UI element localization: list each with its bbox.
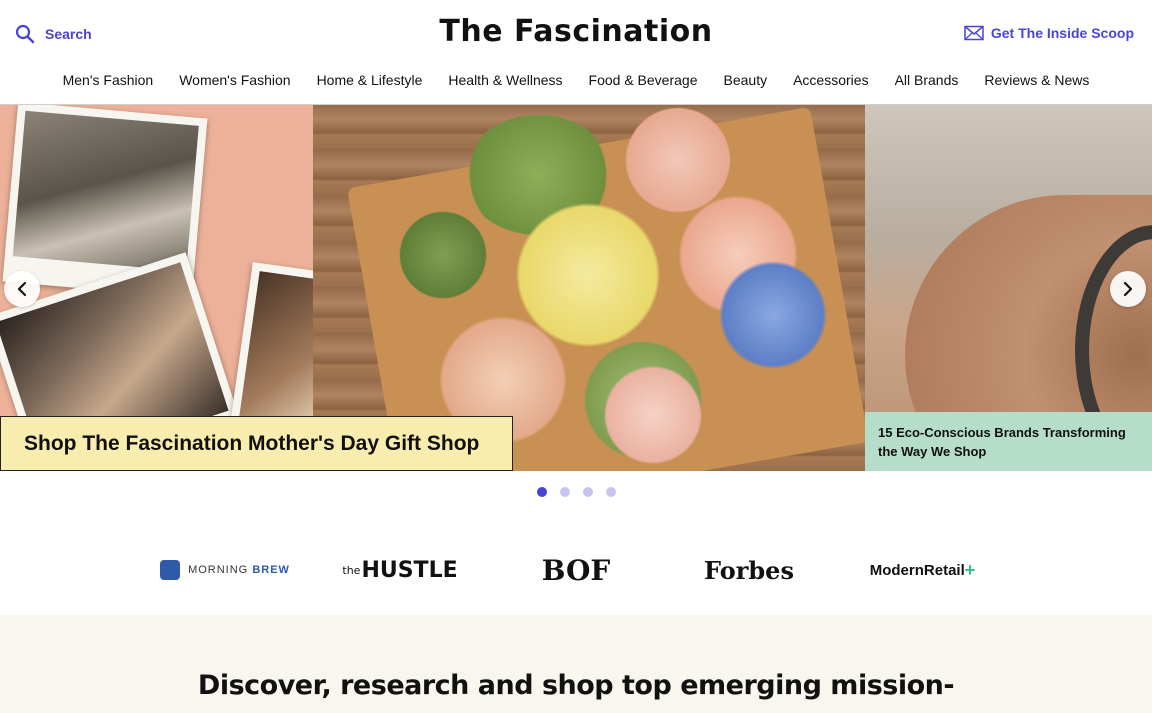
next-slide-caption[interactable]: 15 Eco-Conscious Brands Transforming the… xyxy=(865,412,1152,471)
nav-item-food-beverage[interactable]: Food & Beverage xyxy=(576,72,711,88)
flower xyxy=(393,205,493,305)
carousel-next-button[interactable] xyxy=(1110,271,1146,307)
hero-carousel: Shop The Fascination Mother's Day Gift S… xyxy=(0,105,1152,471)
carousel-dot-4[interactable] xyxy=(605,487,616,497)
nav-item-beauty[interactable]: Beauty xyxy=(711,72,781,88)
forbes-logo: Forbes xyxy=(704,555,794,585)
search-label: Search xyxy=(45,26,92,42)
envelope-icon xyxy=(964,25,984,41)
flower xyxy=(593,355,713,471)
nav-item-home-lifestyle[interactable]: Home & Lifestyle xyxy=(304,72,436,88)
nav-item-health-wellness[interactable]: Health & Wellness xyxy=(435,72,575,88)
chevron-right-icon xyxy=(1123,281,1133,297)
flower xyxy=(713,235,833,395)
nav-item-accessories[interactable]: Accessories xyxy=(780,72,881,88)
newsletter-link[interactable]: Get The Inside Scoop xyxy=(964,25,1134,41)
site-logo[interactable]: The Fascination xyxy=(439,14,712,49)
hero-caption-text: Shop The Fascination Mother's Day Gift S… xyxy=(24,431,480,455)
nav-item-reviews-news[interactable]: Reviews & News xyxy=(971,72,1102,88)
discover-heading: Discover, research and shop top emerging… xyxy=(197,670,955,701)
main-nav: Men's Fashion Women's Fashion Home & Lif… xyxy=(0,72,1152,88)
discover-section: Discover, research and shop top emerging… xyxy=(0,615,1152,713)
next-slide-caption-text: 15 Eco-Conscious Brands Transforming the… xyxy=(878,425,1126,459)
carousel-dot-1[interactable] xyxy=(536,487,547,497)
carousel-dots xyxy=(0,487,1152,497)
nav-item-mens-fashion[interactable]: Men's Fashion xyxy=(50,72,167,88)
site-header: Search The Fascination Get The Inside Sc… xyxy=(0,0,1152,105)
carousel-prev-button[interactable] xyxy=(4,271,40,307)
the-hustle-logo: the HUSTLE xyxy=(342,540,458,600)
morning-brew-prefix: MORNING xyxy=(188,564,253,576)
modern-retail-logo: ModernRetail + xyxy=(860,540,985,600)
morning-brew-icon xyxy=(160,560,181,580)
nav-item-womens-fashion[interactable]: Women's Fashion xyxy=(166,72,303,88)
carousel-dot-2[interactable] xyxy=(559,487,570,497)
search-button[interactable]: Search xyxy=(15,24,92,44)
modern-retail-plus: + xyxy=(964,559,976,580)
press-logos: MORNING BREW the HUSTLE BOF Forbes Modern… xyxy=(0,540,1152,600)
hustle-main: HUSTLE xyxy=(361,557,458,583)
nav-item-all-brands[interactable]: All Brands xyxy=(882,72,972,88)
carousel-dot-3[interactable] xyxy=(582,487,593,497)
morning-brew-logo: MORNING BREW xyxy=(160,540,290,600)
modern-retail-text: ModernRetail xyxy=(869,561,965,579)
morning-brew-suffix: BREW xyxy=(252,564,290,576)
hustle-prefix: the xyxy=(342,563,361,577)
chevron-left-icon xyxy=(17,281,27,297)
bof-logo: BOF xyxy=(541,553,611,587)
newsletter-label: Get The Inside Scoop xyxy=(990,25,1134,41)
search-icon xyxy=(15,24,35,44)
hero-caption[interactable]: Shop The Fascination Mother's Day Gift S… xyxy=(0,416,513,471)
